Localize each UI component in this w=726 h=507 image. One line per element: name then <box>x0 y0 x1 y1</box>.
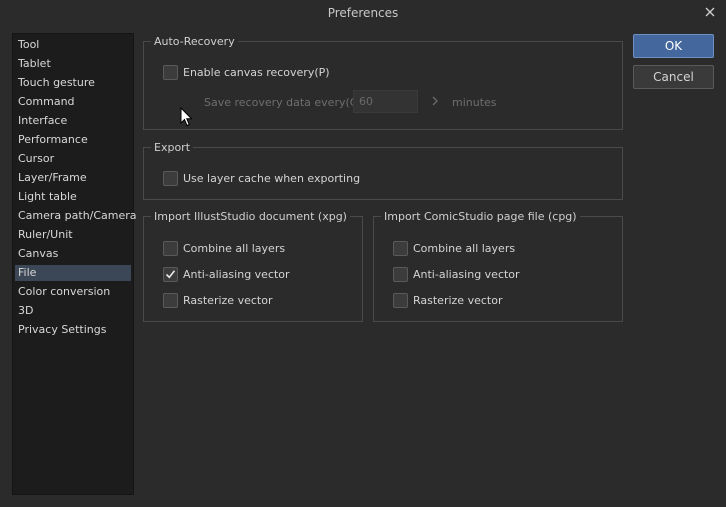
sidebar-item-interface[interactable]: Interface <box>15 113 131 129</box>
checkmark-icon <box>165 269 176 278</box>
close-icon[interactable] <box>702 4 718 20</box>
save-recovery-interval-label: Save recovery data every(Q): <box>204 96 367 109</box>
window-title: Preferences <box>327 6 399 20</box>
checkbox-box[interactable] <box>393 292 408 308</box>
import-illuststudio-title: Import IllustStudio document (xpg) <box>151 209 350 224</box>
auto-recovery-title: Auto-Recovery <box>151 34 238 49</box>
enable-canvas-recovery-checkbox[interactable]: Enable canvas recovery(P) <box>163 64 330 80</box>
checkbox-box[interactable] <box>163 292 178 308</box>
checkbox-box[interactable] <box>163 170 178 186</box>
sidebar-item-tool[interactable]: Tool <box>15 37 131 53</box>
sidebar-item-privacy-settings[interactable]: Privacy Settings <box>15 322 131 338</box>
ok-button[interactable]: OK <box>633 34 714 58</box>
import-comicstudio-title: Import ComicStudio page file (cpg) <box>381 209 580 224</box>
title-bar: Preferences <box>0 0 726 25</box>
category-sidebar: Tool Tablet Touch gesture Command Interf… <box>12 33 137 495</box>
recovery-interval-input[interactable] <box>353 90 418 113</box>
enable-canvas-recovery-label: Enable canvas recovery(P) <box>183 65 330 79</box>
mouse-cursor-icon <box>180 106 194 127</box>
illust-rasterize-vector-checkbox[interactable]: Rasterize vector <box>163 292 272 308</box>
use-layer-cache-checkbox[interactable]: Use layer cache when exporting <box>163 170 360 186</box>
comic-combine-layers-label: Combine all layers <box>413 241 516 255</box>
export-title: Export <box>151 140 194 155</box>
auto-recovery-group: Auto-Recovery <box>143 34 623 130</box>
comic-rasterize-vector-checkbox[interactable]: Rasterize vector <box>393 292 502 308</box>
sidebar-item-performance[interactable]: Performance <box>15 132 131 148</box>
sidebar-item-light-table[interactable]: Light table <box>15 189 131 205</box>
illust-anti-aliasing-checkbox[interactable]: Anti-aliasing vector <box>163 266 290 282</box>
sidebar-item-cursor[interactable]: Cursor <box>15 151 131 167</box>
illust-combine-layers-checkbox[interactable]: Combine all layers <box>163 240 285 256</box>
sidebar-item-file[interactable]: File <box>15 265 131 281</box>
comic-combine-layers-checkbox[interactable]: Combine all layers <box>393 240 515 256</box>
checkbox-box[interactable] <box>393 240 408 256</box>
illust-combine-layers-label: Combine all layers <box>183 241 286 255</box>
checkbox-box[interactable] <box>163 240 178 256</box>
sidebar-item-ruler-unit[interactable]: Ruler/Unit <box>15 227 131 243</box>
sidebar-item-command[interactable]: Command <box>15 94 131 110</box>
use-layer-cache-label: Use layer cache when exporting <box>183 171 361 185</box>
sidebar-item-layer-frame[interactable]: Layer/Frame <box>15 170 131 186</box>
illust-anti-aliasing-label: Anti-aliasing vector <box>183 267 290 281</box>
cancel-button[interactable]: Cancel <box>633 65 714 89</box>
minutes-unit-label: minutes <box>452 96 497 109</box>
sidebar-item-canvas[interactable]: Canvas <box>15 246 131 262</box>
chevron-right-icon <box>430 95 440 107</box>
sidebar-item-touch-gesture[interactable]: Touch gesture <box>15 75 131 91</box>
checkbox-box[interactable] <box>163 266 178 282</box>
comic-rasterize-vector-label: Rasterize vector <box>413 293 503 307</box>
comic-anti-aliasing-label: Anti-aliasing vector <box>413 267 520 281</box>
checkbox-box[interactable] <box>393 266 408 282</box>
checkbox-box[interactable] <box>163 64 178 80</box>
sidebar-item-3d[interactable]: 3D <box>15 303 131 319</box>
sidebar-item-color-conversion[interactable]: Color conversion <box>15 284 131 300</box>
illust-rasterize-vector-label: Rasterize vector <box>183 293 273 307</box>
sidebar-item-camera-path[interactable]: Camera path/Camera <box>15 208 137 224</box>
comic-anti-aliasing-checkbox[interactable]: Anti-aliasing vector <box>393 266 520 282</box>
sidebar-item-tablet[interactable]: Tablet <box>15 56 131 72</box>
